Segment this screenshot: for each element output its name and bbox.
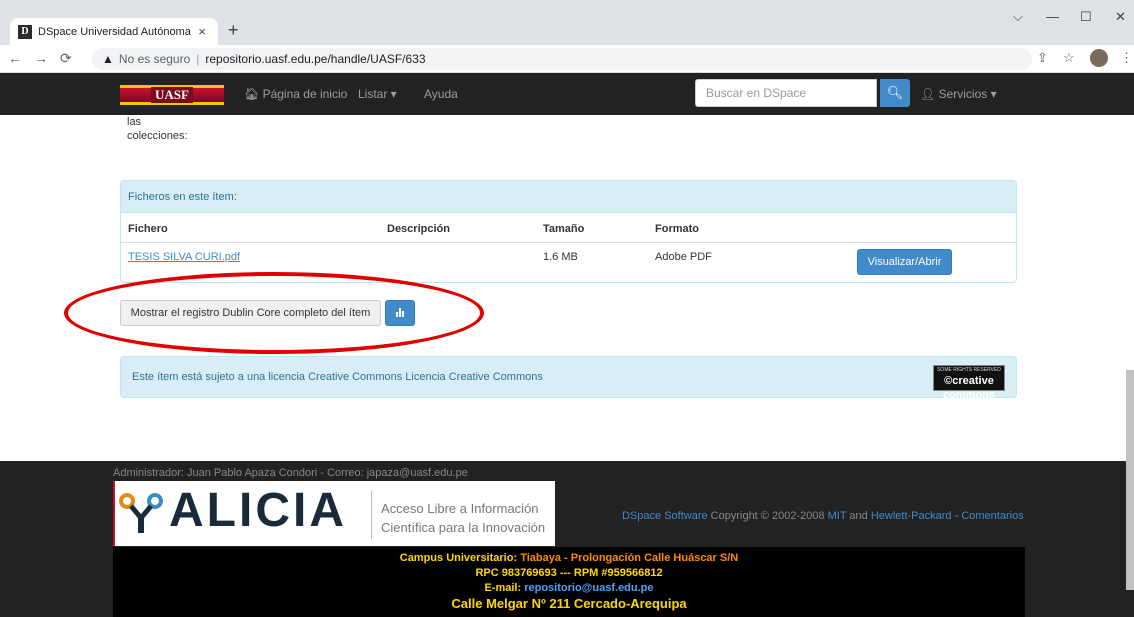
- highlight-ellipse: [64, 272, 484, 354]
- nav-home-label: Página de inicio: [262, 87, 348, 101]
- insecure-label: No es seguro: [118, 52, 191, 66]
- alicia-logo-icon: [119, 493, 163, 533]
- new-tab-button[interactable]: +: [228, 20, 239, 41]
- campus-value: Tiabaya - Prolongación Calle Huáscar S/N: [520, 552, 739, 564]
- profile-avatar[interactable]: [1090, 49, 1108, 67]
- close-window-icon[interactable]: ✕: [1115, 9, 1126, 25]
- browser-toolbar: ← → ⟳ ▲ No es seguro | repositorio.uasf.…: [0, 45, 1134, 73]
- address-bar[interactable]: ▲ No es seguro | repositorio.uasf.edu.pe…: [92, 48, 1032, 70]
- site-navbar: UASF 🏠︎ Página de inicio Listar ▾ Ayuda …: [0, 73, 1134, 115]
- browser-tabbar: D DSpace Universidad Autónoma S × + ⌵ — …: [0, 0, 1134, 45]
- copyright-and: and: [846, 510, 871, 522]
- email-label: E-mail:: [484, 582, 522, 594]
- back-icon[interactable]: ←: [8, 50, 22, 66]
- phones-line: RPC 983769693 --- RPM #959566812: [475, 567, 663, 579]
- copyright: DSpace Software Copyright © 2002-2008 MI…: [622, 510, 1024, 522]
- nav-services-label: Servicios ▾: [938, 87, 997, 101]
- nav-list[interactable]: Listar ▾: [358, 87, 397, 101]
- address-line: Calle Melgar Nº 211 Cercado-Arequipa: [451, 596, 687, 611]
- kebab-menu-icon[interactable]: ⋮: [1120, 50, 1133, 66]
- alicia-tagline-2: Científica para la Innovación: [381, 520, 546, 535]
- nav-home[interactable]: 🏠︎ Página de inicio: [244, 87, 347, 101]
- browser-tab[interactable]: D DSpace Universidad Autónoma S ×: [10, 18, 218, 45]
- uasf-logo[interactable]: UASF: [120, 85, 224, 105]
- search-button[interactable]: 🔍︎: [880, 79, 910, 107]
- footer: Administrador: Juan Pablo Apaza Condori …: [0, 461, 1134, 617]
- collections-line-1: las: [127, 116, 142, 128]
- url-text: repositorio.uasf.edu.pe/handle/UASF/633: [205, 52, 426, 66]
- email-value[interactable]: repositorio@uasf.edu.pe: [524, 582, 653, 594]
- hp-link[interactable]: Hewlett-Packard: [871, 510, 952, 522]
- alicia-divider: [371, 491, 372, 539]
- header-file: Fichero: [128, 223, 168, 235]
- campus-line: Campus Universitario: Tiabaya - Prolonga…: [113, 551, 1025, 566]
- alicia-wordmark: ALICIA: [169, 484, 347, 537]
- collections-text: las colecciones:: [127, 115, 188, 143]
- file-format: Adobe PDF: [655, 251, 712, 263]
- cc-badge-top: SOME RIGHTS RESERVED: [937, 367, 1001, 373]
- user-icon: 👤︎: [920, 87, 936, 101]
- alicia-banner[interactable]: ALICIA Acceso Libre a Información Cientí…: [113, 481, 555, 546]
- copyright-dash: -: [951, 510, 962, 522]
- nav-help[interactable]: Ayuda: [424, 87, 458, 101]
- campus-label: Campus Universitario:: [399, 552, 518, 564]
- admin-contact: Administrador: Juan Pablo Apaza Condori …: [113, 467, 468, 479]
- files-panel: Ficheros en este ítem: Fichero Descripci…: [120, 180, 1017, 283]
- tab-title: DSpace Universidad Autónoma S: [38, 25, 194, 38]
- share-icon[interactable]: ⇪: [1037, 50, 1048, 66]
- collections-line-2: colecciones:: [127, 130, 188, 142]
- reload-icon[interactable]: ⟳: [60, 50, 72, 67]
- table-divider: [121, 242, 1016, 243]
- file-link[interactable]: TESIS SILVA CURI.pdf: [128, 251, 240, 263]
- header-size: Tamaño: [543, 223, 585, 235]
- maximize-icon[interactable]: ☐: [1080, 9, 1092, 25]
- creative-commons-badge[interactable]: SOME RIGHTS RESERVED ©creative commons: [933, 365, 1005, 401]
- close-tab-icon[interactable]: ×: [194, 24, 210, 39]
- bookmark-star-icon[interactable]: ☆: [1063, 50, 1075, 66]
- minimize-icon[interactable]: —: [1046, 9, 1059, 24]
- mit-link[interactable]: MIT: [828, 510, 847, 522]
- dspace-software-link[interactable]: DSpace Software: [622, 510, 708, 522]
- search-input[interactable]: Buscar en DSpace: [695, 79, 877, 107]
- chevron-down-icon[interactable]: ⌵: [1013, 9, 1023, 25]
- header-description: Descripción: [387, 223, 450, 235]
- nav-services[interactable]: 👤︎ Servicios ▾: [920, 87, 997, 101]
- alicia-tagline-1: Acceso Libre a Información: [381, 501, 539, 516]
- forward-icon[interactable]: →: [34, 50, 48, 66]
- files-panel-title: Ficheros en este ítem:: [121, 181, 1016, 213]
- search-icon: 🔍︎: [886, 85, 904, 100]
- scrollbar-thumb[interactable]: [1126, 370, 1134, 590]
- view-open-button[interactable]: Visualizar/Abrir: [857, 249, 952, 275]
- email-line: E-mail: repositorio@uasf.edu.pe: [113, 581, 1025, 596]
- license-text: Este ítem está sujeto a una licencia Cre…: [132, 371, 543, 383]
- copyright-text: Copyright © 2002-2008: [707, 510, 828, 522]
- warning-icon[interactable]: ▲: [102, 52, 114, 66]
- file-size: 1.6 MB: [543, 251, 578, 263]
- campus-info: Campus Universitario: Tiabaya - Prolonga…: [113, 547, 1025, 617]
- header-format: Formato: [655, 223, 699, 235]
- comments-link[interactable]: Comentarios: [961, 510, 1023, 522]
- logo-text: UASF: [151, 87, 193, 103]
- license-panel: Este ítem está sujeto a una licencia Cre…: [120, 356, 1017, 401]
- cc-badge-main: ©creative commons: [943, 375, 995, 401]
- alicia-tagline: Acceso Libre a Información Científica pa…: [381, 499, 545, 537]
- home-icon: 🏠︎: [244, 87, 260, 101]
- address-separator: |: [196, 52, 200, 66]
- dspace-favicon-icon: D: [18, 24, 32, 39]
